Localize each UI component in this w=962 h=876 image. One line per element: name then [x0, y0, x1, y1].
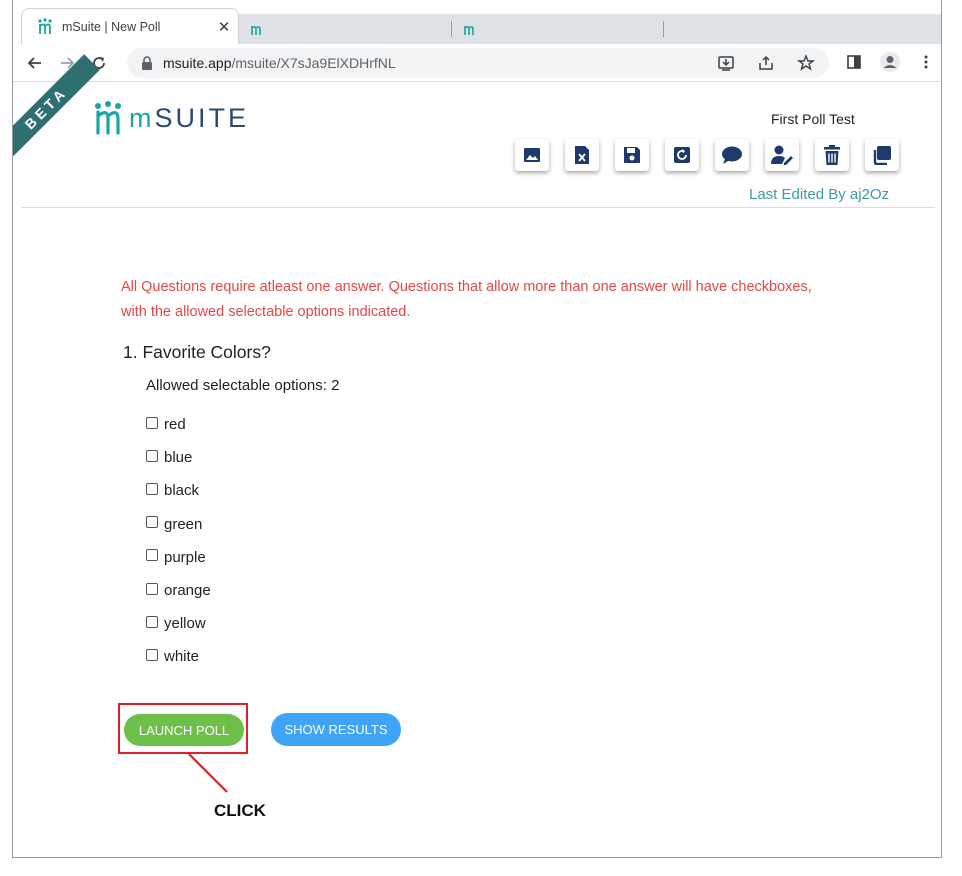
msuite-favicon-icon	[251, 26, 261, 35]
checkbox[interactable]	[146, 416, 158, 429]
side-panel-icon	[847, 55, 861, 69]
logo-text: mSUITE	[129, 102, 250, 133]
avatar-icon	[880, 52, 900, 72]
edit-user-icon	[771, 145, 793, 165]
omnibox-actions	[711, 48, 821, 78]
background-tab-3[interactable]	[451, 18, 476, 40]
last-edited-label: Last Edited By aj2Oz	[749, 186, 890, 203]
bookmark-button[interactable]	[791, 48, 821, 78]
tab-separator	[663, 21, 664, 37]
checkbox[interactable]	[146, 482, 158, 495]
option-purple[interactable]: purple	[146, 541, 211, 574]
share-icon	[759, 55, 773, 70]
show-results-button[interactable]: SHOW RESULTS	[271, 713, 401, 746]
tab-separator	[451, 21, 452, 37]
option-label: green	[164, 515, 203, 533]
poll-action-bar	[515, 139, 899, 171]
restore-button[interactable]	[665, 139, 699, 171]
page-content: BETA mSUITE First Poll Test Last Edited …	[13, 54, 941, 857]
background-tab-2[interactable]	[249, 18, 263, 40]
kebab-menu-icon	[924, 55, 928, 69]
url-host: msuite.app	[163, 55, 232, 71]
checkbox[interactable]	[146, 516, 158, 529]
option-label: yellow	[164, 615, 206, 633]
option-label: red	[164, 416, 186, 434]
msuite-logo-icon	[95, 101, 121, 135]
address-bar[interactable]: msuite.app/msuite/X7sJa9ElXDHrfNL	[127, 48, 829, 78]
checkbox[interactable]	[146, 615, 158, 628]
arrow-left-icon	[27, 56, 41, 69]
copy-button[interactable]	[865, 139, 899, 171]
delete-icon	[824, 145, 840, 165]
option-orange[interactable]: orange	[146, 574, 211, 607]
option-label: white	[164, 648, 200, 666]
export-image-button[interactable]	[515, 139, 549, 171]
msuite-favicon-icon	[464, 26, 474, 35]
checkbox[interactable]	[146, 648, 158, 661]
tab-bar: mSuite | New Poll ✕	[13, 0, 941, 44]
tab-close-icon[interactable]: ✕	[210, 18, 238, 36]
click-annotation-label: CLICK	[214, 801, 266, 820]
option-label: purple	[164, 548, 206, 566]
answer-options: red blue black green purple orange yello…	[146, 408, 211, 674]
tab-strip	[239, 14, 941, 44]
url-path: /msuite/X7sJa9ElXDHrfNL	[231, 55, 396, 71]
allowed-options-label: Allowed selectable options: 2	[146, 377, 340, 394]
excel-icon	[575, 146, 589, 164]
option-black[interactable]: black	[146, 474, 211, 507]
option-label: orange	[164, 582, 211, 600]
chat-button[interactable]	[715, 139, 749, 171]
side-panel-button[interactable]	[839, 47, 869, 77]
browser-window: mSuite | New Poll ✕ msuite.app/msuite/X7…	[12, 0, 942, 858]
restore-icon	[674, 147, 690, 163]
share-button[interactable]	[751, 48, 781, 78]
poll-title[interactable]: First Poll Test	[771, 111, 855, 127]
question-title: 1. Favorite Colors?	[123, 342, 271, 362]
image-icon	[524, 148, 540, 162]
install-icon	[718, 56, 734, 71]
browser-menu-button[interactable]	[911, 47, 941, 77]
option-green[interactable]: green	[146, 508, 211, 541]
poll-notice: All Questions require atleast one answer…	[121, 279, 812, 320]
toolbar-right	[839, 47, 941, 77]
save-icon	[624, 147, 640, 163]
save-button[interactable]	[615, 139, 649, 171]
option-label: black	[164, 482, 200, 500]
profile-button[interactable]	[875, 47, 905, 77]
delete-button[interactable]	[815, 139, 849, 171]
option-yellow[interactable]: yellow	[146, 607, 211, 640]
checkbox[interactable]	[146, 549, 158, 562]
background-tab-4[interactable]	[663, 18, 674, 40]
click-highlight-box: LAUNCH POLL	[118, 703, 248, 754]
edit-user-button[interactable]	[765, 139, 799, 171]
checkbox[interactable]	[146, 582, 158, 595]
option-red[interactable]: red	[146, 408, 211, 441]
install-app-button[interactable]	[711, 48, 741, 78]
launch-poll-button[interactable]: LAUNCH POLL	[124, 714, 244, 746]
option-white[interactable]: white	[146, 640, 211, 673]
chat-icon	[722, 146, 742, 164]
back-button[interactable]	[19, 47, 51, 79]
copy-icon	[873, 146, 891, 165]
msuite-favicon-icon	[36, 17, 54, 36]
header-divider	[21, 207, 935, 208]
option-label: blue	[164, 449, 193, 467]
star-icon	[797, 54, 815, 71]
export-excel-button[interactable]	[565, 139, 599, 171]
option-blue[interactable]: blue	[146, 441, 211, 474]
tab-msuite-new-poll[interactable]: mSuite | New Poll ✕	[21, 8, 239, 44]
tab-title: mSuite | New Poll	[62, 19, 161, 34]
msuite-logo[interactable]: mSUITE	[93, 101, 249, 135]
browser-toolbar: msuite.app/msuite/X7sJa9ElXDHrfNL	[13, 44, 941, 82]
lock-icon	[141, 56, 153, 70]
checkbox[interactable]	[146, 449, 158, 462]
